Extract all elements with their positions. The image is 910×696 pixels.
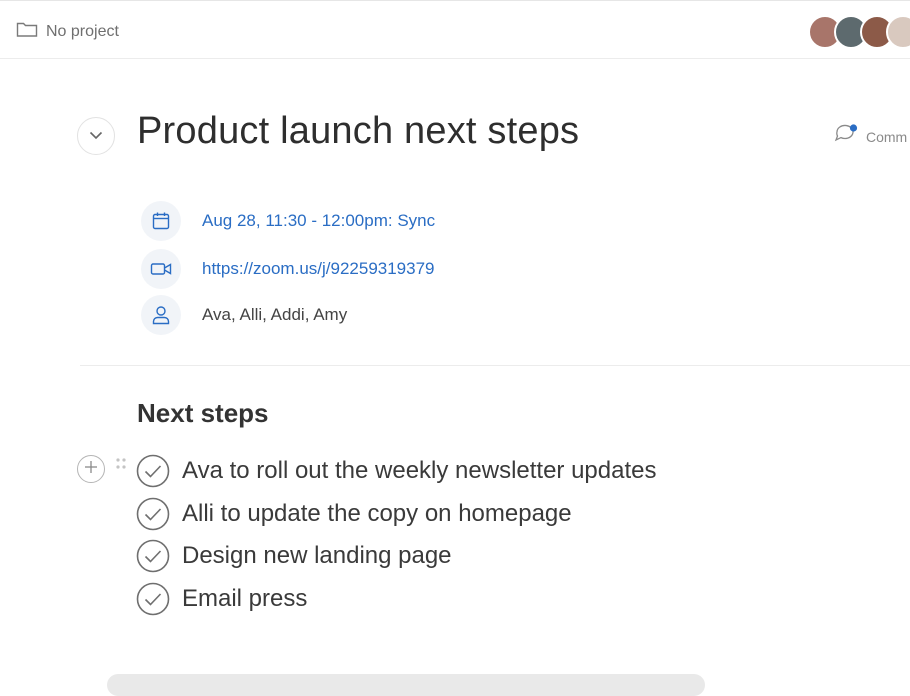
- folder-icon: [16, 20, 38, 43]
- project-label: No project: [46, 22, 119, 40]
- section-heading[interactable]: Next steps: [137, 398, 269, 429]
- task-text[interactable]: Ava to roll out the weekly newsletter up…: [182, 457, 657, 485]
- meeting-link-row[interactable]: https://zoom.us/j/92259319379: [141, 249, 435, 289]
- divider: [80, 365, 910, 366]
- check-circle-icon[interactable]: [136, 497, 170, 531]
- plus-icon: [84, 460, 98, 479]
- task-text[interactable]: Alli to update the copy on homepage: [182, 500, 572, 528]
- comment-button[interactable]: Comm: [834, 123, 907, 150]
- meeting-event-link[interactable]: Aug 28, 11:30 - 12:00pm: Sync: [202, 211, 435, 231]
- zoom-link[interactable]: https://zoom.us/j/92259319379: [202, 259, 435, 279]
- task-text[interactable]: Design new landing page: [182, 542, 452, 570]
- attendees-list: Ava, Alli, Addi, Amy: [202, 305, 348, 324]
- top-bar: No project: [0, 0, 910, 59]
- calendar-icon: [141, 201, 181, 241]
- task-item: Alli to update the copy on homepage: [136, 497, 572, 531]
- collapse-button[interactable]: [77, 117, 115, 155]
- task-item: Email press: [136, 582, 307, 616]
- comment-label: Comm: [866, 128, 908, 145]
- add-block-button[interactable]: [77, 455, 105, 483]
- avatar[interactable]: [886, 15, 910, 49]
- task-item: Ava to roll out the weekly newsletter up…: [136, 454, 657, 488]
- project-selector[interactable]: No project: [16, 20, 119, 43]
- collaborator-avatars[interactable]: [808, 15, 910, 49]
- person-icon: [141, 295, 181, 335]
- check-circle-icon[interactable]: [136, 454, 170, 488]
- attendees-row: Ava, Alli, Addi, Amy: [141, 295, 347, 335]
- drag-handle-icon[interactable]: [115, 457, 127, 471]
- page-title[interactable]: Product launch next steps: [137, 110, 579, 153]
- comment-icon: [834, 123, 858, 150]
- task-text[interactable]: Email press: [182, 585, 307, 613]
- horizontal-scrollbar[interactable]: [107, 674, 705, 696]
- video-icon: [141, 249, 181, 289]
- task-item: Design new landing page: [136, 539, 452, 573]
- check-circle-icon[interactable]: [136, 582, 170, 616]
- meeting-event-row[interactable]: Aug 28, 11:30 - 12:00pm: Sync: [141, 201, 435, 241]
- check-circle-icon[interactable]: [136, 539, 170, 573]
- chevron-down-icon: [89, 127, 103, 145]
